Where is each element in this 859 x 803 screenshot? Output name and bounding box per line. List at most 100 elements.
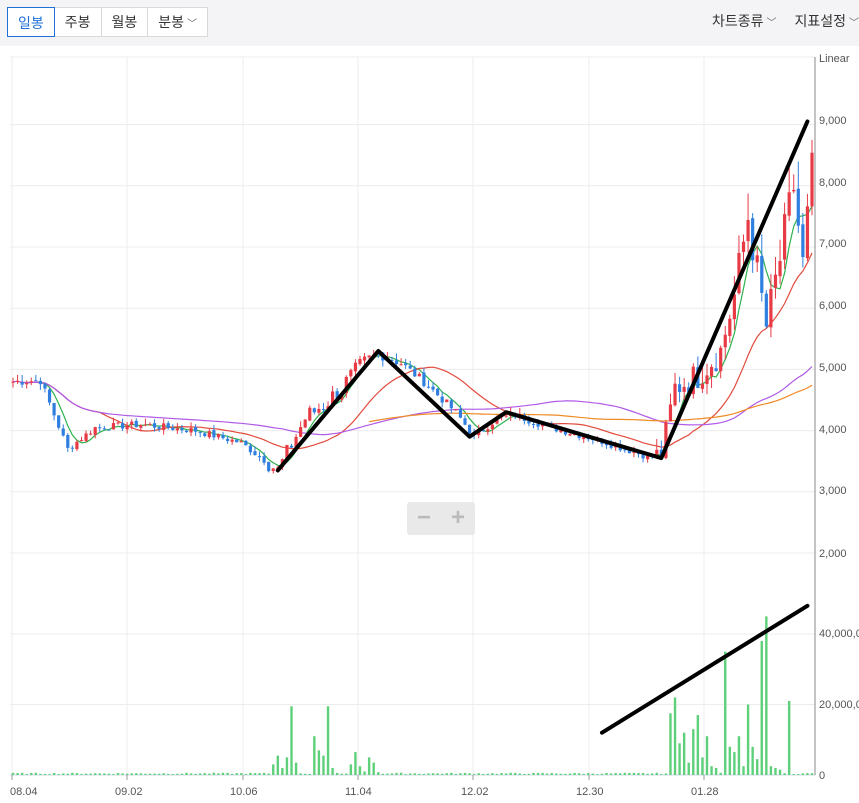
volume-bar (422, 773, 426, 775)
candle-body (353, 362, 358, 372)
tab-monthly[interactable]: 월봉 (102, 8, 149, 36)
volume-bar (153, 773, 156, 775)
candle-body (225, 438, 230, 442)
volume-bar (386, 773, 389, 775)
volume-bar (363, 771, 366, 775)
candle-body (449, 400, 453, 409)
tab-daily[interactable]: 일봉 (7, 7, 55, 37)
candle-body (792, 189, 796, 192)
chart-type-label: 차트종류 (711, 13, 764, 29)
volume-bar (555, 773, 558, 775)
volume-bar (787, 700, 791, 775)
volume-bar (491, 773, 494, 775)
candle-body (805, 206, 810, 259)
candle-body (134, 420, 138, 428)
candle-body (98, 427, 102, 429)
volume-bar (582, 773, 585, 775)
candle-body (312, 408, 316, 413)
candle-body (93, 427, 97, 435)
volume-bar (377, 772, 380, 775)
volume-bar (760, 641, 763, 775)
volume-bar (514, 772, 517, 775)
price-annotation-line (275, 119, 810, 473)
candle-body (262, 456, 266, 463)
candle-body (445, 399, 449, 403)
volume-bar (518, 773, 521, 775)
candle-body (175, 428, 179, 431)
candle-body (755, 255, 759, 263)
candle-body (171, 427, 175, 431)
candle-body (184, 430, 189, 433)
indicator-settings-dropdown[interactable]: 지표설정 ﹀ (794, 11, 859, 31)
volume-bar (577, 773, 581, 775)
candle-body (417, 373, 421, 377)
candle-body (15, 380, 20, 382)
y-tick-label: 2,000 (819, 548, 847, 560)
volume-bar (600, 773, 604, 775)
volume-bar (632, 772, 636, 775)
zoom-in-button[interactable]: + (441, 502, 475, 535)
y-tick-label: 3,000 (819, 485, 847, 497)
candle-body (25, 383, 29, 385)
chart-type-dropdown[interactable]: 차트종류 ﹀ (712, 11, 777, 31)
volume-bar (262, 772, 266, 775)
candle-body (207, 431, 211, 438)
volume-bar (171, 774, 174, 775)
volume-bar (71, 772, 74, 775)
volume-bar (43, 773, 47, 775)
volume-bar (463, 772, 467, 775)
volume-bar (445, 773, 448, 775)
volume-bar (212, 772, 216, 775)
candle-body (139, 425, 143, 428)
volume-annotation-line (599, 603, 810, 735)
stock-chart[interactable]: 9,000 8,000 7,000 6,000 5,000 4,000 3,000 2,000… (0, 46, 859, 803)
y-tick-label: 9,000 (819, 115, 847, 127)
period-tabs: 일봉 주봉 월봉 분봉 ﹀ (7, 7, 209, 37)
zoom-out-button[interactable]: − (407, 502, 441, 535)
tab-weekly[interactable]: 주봉 (55, 8, 102, 36)
volume-bar (701, 757, 704, 775)
volume-y-tick-label: 40,000,0 (819, 628, 859, 640)
candle-body (568, 434, 572, 436)
volume-y-tick-label: 0 (819, 770, 825, 782)
chart-toolbar: 일봉 주봉 월봉 분봉 ﹀ 차트종류 ﹀ 지표설정 ﹀ (0, 0, 859, 46)
volume-bar (532, 772, 535, 775)
volume-bar (230, 773, 234, 775)
volume-bar (331, 767, 334, 775)
volume-bar (756, 759, 759, 775)
volume-bar (25, 774, 28, 775)
candle-body (677, 384, 682, 393)
volume-bar (390, 773, 394, 775)
volume-bar (427, 773, 430, 775)
volume-bar (459, 773, 462, 775)
volume-bar (121, 773, 124, 775)
candle-body (34, 380, 38, 382)
candle-body (235, 439, 239, 443)
volume-bar (20, 772, 24, 775)
volume-bar (660, 774, 663, 775)
candle-body (89, 433, 93, 435)
candle-body (152, 423, 157, 428)
volume-bar (253, 773, 257, 775)
volume-bar (340, 773, 343, 775)
candle-body (162, 423, 166, 430)
candle-body (70, 447, 74, 449)
y-tick-label: 8,000 (819, 177, 847, 189)
volume-bar (774, 767, 777, 775)
volume-bar (545, 773, 549, 775)
volume-bar (267, 773, 270, 775)
chart-options-menu: 차트종류 ﹀ 지표설정 ﹀ (712, 11, 859, 31)
x-tick-label: 08.04 (10, 786, 38, 798)
candle-body (362, 356, 367, 361)
tab-minute[interactable]: 분봉 ﹀ (148, 8, 207, 36)
volume-bar (276, 755, 280, 775)
volume-bar (801, 773, 805, 775)
candle-body (11, 381, 15, 383)
volume-bar (11, 772, 15, 775)
volume-bar (258, 773, 261, 775)
volume-bar (198, 773, 202, 775)
y-tick-label: 6,000 (819, 300, 847, 312)
volume-bar (472, 774, 476, 775)
y-tick-label: 4,000 (819, 424, 847, 436)
volume-bar (655, 772, 658, 775)
